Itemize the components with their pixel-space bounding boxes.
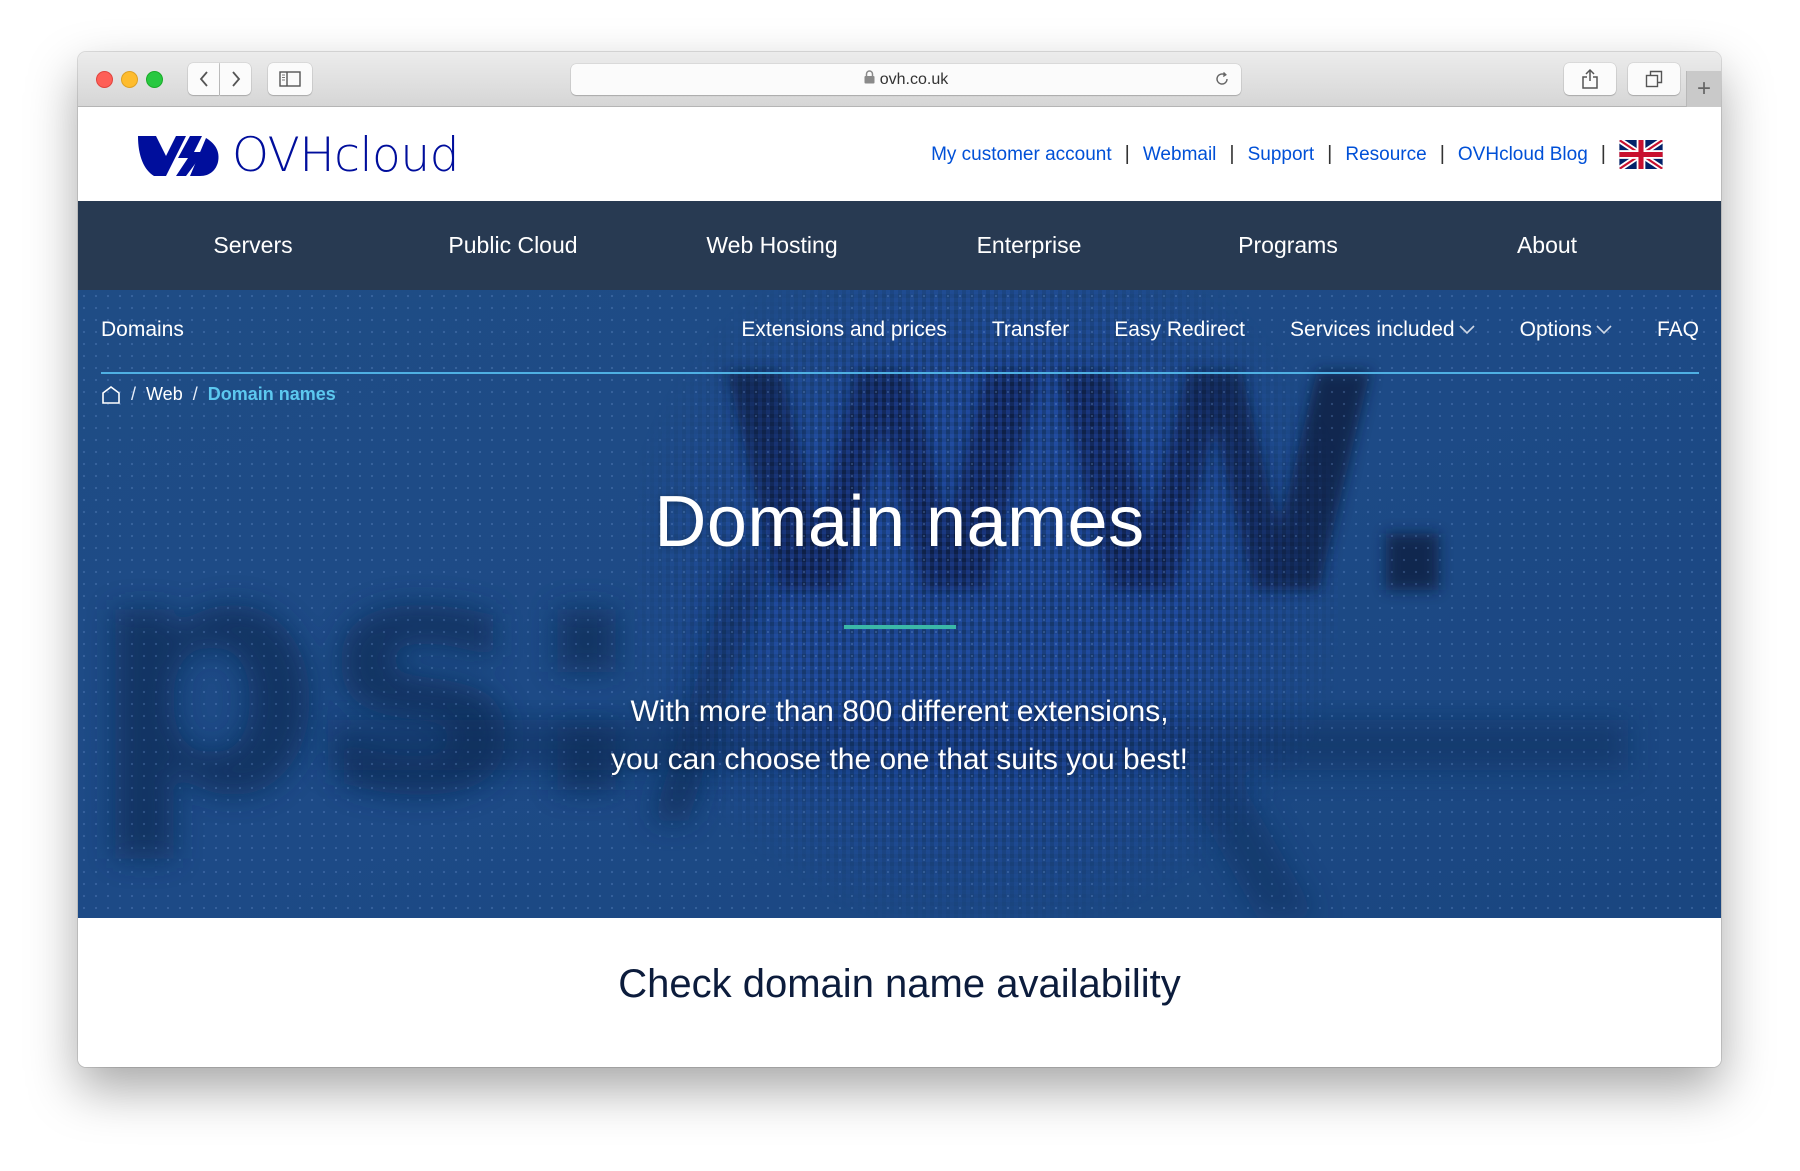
separator: |: [1600, 143, 1606, 165]
nav-item-servers[interactable]: Servers: [213, 201, 292, 290]
breadcrumb: / Web / Domain names: [101, 384, 336, 405]
tabs-icon: [1645, 70, 1663, 88]
chevron-left-icon: [199, 71, 208, 87]
nav-item-public-cloud[interactable]: Public Cloud: [448, 201, 577, 290]
nav-item-programs[interactable]: Programs: [1238, 201, 1338, 290]
sub-nav-transfer[interactable]: Transfer: [992, 318, 1069, 342]
plus-icon: +: [1696, 75, 1711, 102]
sub-nav-label: Extensions and prices: [741, 318, 947, 341]
sub-nav-extensions-and-prices[interactable]: Extensions and prices: [741, 318, 946, 342]
sub-nav-label: FAQ: [1656, 318, 1699, 341]
url-text: ovh.co.uk: [879, 70, 949, 88]
separator: |: [1229, 143, 1235, 165]
address-bar[interactable]: ovh.co.uk: [571, 64, 1241, 95]
chevron-right-icon: [231, 71, 240, 87]
hero-banner: ps:/ WW. Domains Extensions and prices T…: [78, 290, 1721, 918]
sub-nav-label: Transfer: [991, 318, 1070, 341]
sub-nav-faq[interactable]: FAQ: [1657, 318, 1699, 342]
sub-nav-services-included[interactable]: Services included: [1290, 318, 1475, 342]
share-icon: [1582, 68, 1598, 89]
minimize-window-button[interactable]: [121, 71, 138, 88]
availability-heading: Check domain name availability: [618, 962, 1181, 1006]
breadcrumb-separator: /: [131, 384, 137, 404]
ovhcloud-logo[interactable]: OVHcloud: [136, 130, 459, 180]
sub-nav-easy-redirect[interactable]: Easy Redirect: [1114, 318, 1245, 342]
resource-link[interactable]: Resource: [1345, 144, 1426, 166]
breadcrumb-web[interactable]: Web: [146, 384, 183, 405]
sidebar-icon: [279, 71, 301, 87]
separator: |: [1327, 143, 1333, 165]
lock-icon: [864, 70, 875, 89]
availability-section: Check domain name availability: [78, 918, 1721, 1067]
nav-item-enterprise[interactable]: Enterprise: [977, 201, 1082, 290]
browser-toolbar: ovh.co.uk +: [78, 52, 1721, 107]
sub-nav-label: Services included: [1290, 318, 1455, 341]
hero-subtitle: With more than 800 different extensions,…: [78, 688, 1721, 784]
new-tab-button[interactable]: +: [1686, 71, 1721, 107]
chevron-down-icon: [1596, 325, 1612, 335]
sub-nav-label: Easy Redirect: [1114, 318, 1246, 341]
sub-nav: Domains Extensions and prices Transfer E…: [101, 290, 1699, 374]
ovhcloud-logo-icon: [138, 136, 219, 176]
site-header: OVHcloud My customer account | Webmail |…: [78, 107, 1721, 201]
browser-window: ovh.co.uk + OVHcloud My customer account: [78, 52, 1721, 1067]
sub-nav-links: Extensions and prices Transfer Easy Redi…: [696, 318, 1699, 342]
nav-item-web-hosting[interactable]: Web Hosting: [706, 201, 837, 290]
separator: |: [1124, 143, 1130, 165]
close-window-button[interactable]: [96, 71, 113, 88]
webmail-link[interactable]: Webmail: [1143, 144, 1217, 166]
chevron-down-icon: [1459, 325, 1475, 335]
hero-subtitle-line-1: With more than 800 different extensions,: [630, 695, 1169, 728]
separator: |: [1439, 143, 1445, 165]
zoom-window-button[interactable]: [146, 71, 163, 88]
home-icon[interactable]: [101, 385, 121, 404]
sidebar-toggle-button[interactable]: [268, 63, 312, 95]
my-customer-account-link[interactable]: My customer account: [931, 144, 1112, 166]
forward-button[interactable]: [220, 63, 251, 95]
logo-text: OVHcloud: [232, 127, 459, 183]
title-underline: [844, 625, 956, 629]
show-tabs-button[interactable]: [1628, 63, 1680, 95]
sub-nav-label: Options: [1519, 318, 1592, 341]
breadcrumb-current: Domain names: [207, 384, 336, 404]
sub-nav-options[interactable]: Options: [1520, 318, 1612, 342]
nav-item-about[interactable]: About: [1517, 201, 1577, 290]
ovhcloud-blog-link[interactable]: OVHcloud Blog: [1458, 144, 1588, 166]
hero-subtitle-line-2: you can choose the one that suits you be…: [610, 743, 1189, 776]
breadcrumb-separator: /: [192, 384, 198, 404]
main-nav: Servers Public Cloud Web Hosting Enterpr…: [78, 201, 1721, 290]
back-button[interactable]: [188, 63, 219, 95]
reload-icon[interactable]: [1213, 70, 1231, 93]
share-button[interactable]: [1564, 63, 1616, 95]
uk-flag-icon[interactable]: [1619, 140, 1663, 169]
support-link[interactable]: Support: [1248, 144, 1315, 166]
sub-nav-section-title[interactable]: Domains: [101, 318, 184, 342]
top-links: My customer account | Webmail | Support …: [931, 140, 1663, 169]
page-title: Domain names: [654, 482, 1145, 562]
